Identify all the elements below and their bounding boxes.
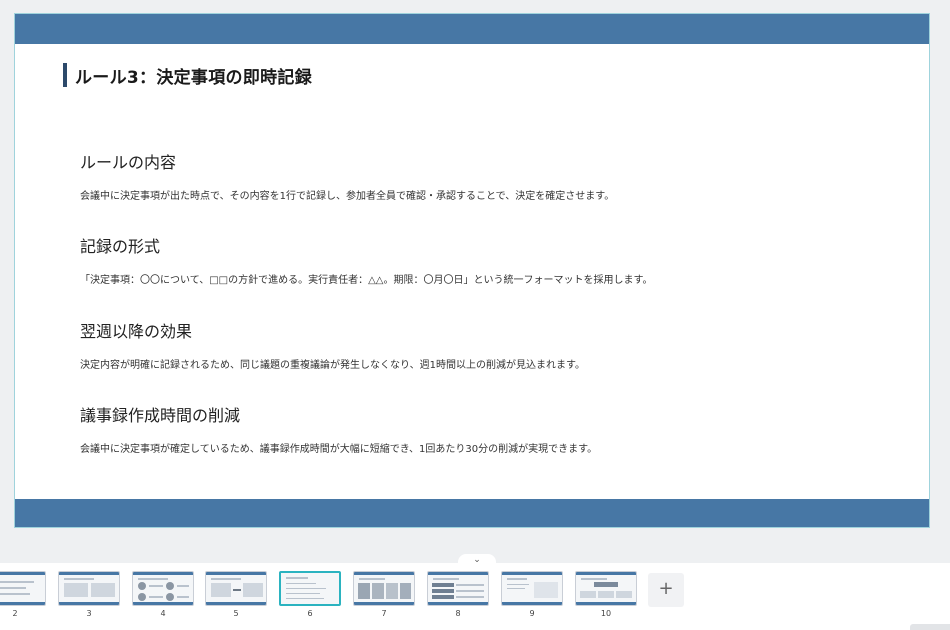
slide-thumbnail-10[interactable] (575, 571, 637, 606)
section-record-format: 記録の形式 「決定事項：〇〇について、□□の方針で進める。実行責任者：△△。期限… (80, 233, 652, 286)
slide-number: 4 (160, 609, 166, 618)
slide-thumbnail-7[interactable] (353, 571, 415, 606)
presentation-editor: ルール3：決定事項の即時記録 ルールの内容 会議中に決定事項が出た時点で、その内… (0, 0, 950, 630)
slide-thumbnail-3[interactable] (58, 571, 120, 606)
slide-title[interactable]: ルール3：決定事項の即時記録 (75, 63, 312, 88)
slide-number: 2 (12, 609, 18, 618)
slide-header-band (15, 14, 929, 44)
slide-number: 8 (455, 609, 461, 618)
section-heading[interactable]: 議事録作成時間の削減 (80, 402, 597, 426)
title-accent-bar (63, 63, 67, 87)
section-heading[interactable]: ルールの内容 (80, 149, 614, 173)
slide-thumbnail-5[interactable] (205, 571, 267, 606)
slide-filmstrip: 2 3 4 5 6 7 8 9 10 + (0, 563, 950, 630)
section-next-week-effect: 翌週以降の効果 決定内容が明確に記録されるため、同じ議題の重複議論が発生しなくな… (80, 318, 585, 371)
slide-number: 3 (86, 609, 92, 618)
section-rule-content: ルールの内容 会議中に決定事項が出た時点で、その内容を1行で記録し、参加者全員で… (80, 149, 614, 202)
slide-number: 6 (307, 609, 313, 618)
slide-thumbnail-9[interactable] (501, 571, 563, 606)
slide-thumbnail-2[interactable] (0, 571, 46, 606)
slide-number: 10 (600, 609, 612, 618)
section-body[interactable]: 「決定事項：〇〇について、□□の方針で進める。実行責任者：△△。期限：〇月〇日」… (80, 271, 652, 286)
filmstrip-scrollbar[interactable] (910, 624, 950, 630)
slide-number: 7 (381, 609, 387, 618)
section-body[interactable]: 会議中に決定事項が出た時点で、その内容を1行で記録し、参加者全員で確認・承認する… (80, 187, 614, 202)
slide-thumbnail-8[interactable] (427, 571, 489, 606)
slide-canvas[interactable]: ルール3：決定事項の即時記録 ルールの内容 会議中に決定事項が出た時点で、その内… (14, 13, 930, 528)
slide-title-group: ルール3：決定事項の即時記録 (63, 62, 312, 88)
section-body[interactable]: 決定内容が明確に記録されるため、同じ議題の重複議論が発生しなくなり、週1時間以上… (80, 356, 585, 371)
section-minutes-time-reduction: 議事録作成時間の削減 会議中に決定事項が確定しているため、議事録作成時間が大幅に… (80, 402, 597, 455)
slide-number: 9 (529, 609, 535, 618)
section-heading[interactable]: 記録の形式 (80, 233, 652, 257)
add-slide-button[interactable]: + (648, 573, 684, 607)
slide-thumbnail-4[interactable] (132, 571, 194, 606)
section-body[interactable]: 会議中に決定事項が確定しているため、議事録作成時間が大幅に短縮でき、1回あたり3… (80, 440, 597, 455)
slide-footer-band (15, 499, 929, 527)
plus-icon: + (658, 578, 674, 599)
slide-thumbnail-6[interactable] (279, 571, 341, 606)
section-heading[interactable]: 翌週以降の効果 (80, 318, 585, 342)
slide-number: 5 (233, 609, 239, 618)
